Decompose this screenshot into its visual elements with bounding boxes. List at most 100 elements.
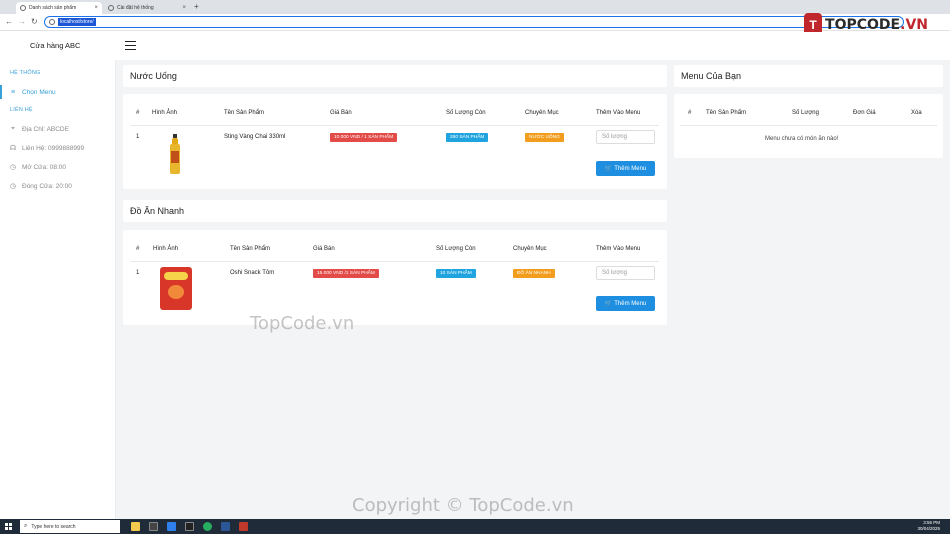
cart-icon: 🛒 (604, 301, 613, 307)
product-image-oshi (160, 267, 192, 310)
stock-badge: 10 SẢN PHẨM (436, 269, 476, 278)
add-to-menu-button[interactable]: 🛒 Thêm Menu (596, 161, 655, 176)
menu-toggle-icon[interactable] (125, 41, 136, 50)
list-icon: ≡ (10, 88, 16, 96)
column-header: Xóa (911, 110, 922, 116)
cart-header: Menu Của Bạn (674, 65, 943, 87)
watermark-copyright: Copyright © TopCode.vn (352, 495, 574, 516)
sidebar-item-label: Địa Chỉ: ABCDE (22, 125, 69, 133)
product-table-drinks: # Hình Ảnh Tên Sản Phẩm Giá Bán Số Lượng… (123, 94, 667, 189)
column-header: Thêm Vào Menu (596, 110, 641, 116)
column-header: Chuyên Mục (513, 246, 547, 252)
cart-empty-message: Menu chưa có món ăn nào! (765, 136, 839, 142)
watermark-center: TopCode.vn (250, 313, 355, 334)
divider (680, 125, 937, 126)
taskbar-search-input[interactable]: ⌕ Type here to search (20, 520, 120, 533)
recorder-icon[interactable] (239, 522, 248, 531)
price-badge: 15.000 VND /1 SẢN PHẨM (313, 269, 379, 278)
system-clock[interactable]: 3:56 PM 30/04/2025 (917, 520, 940, 532)
logo-text: TOPCODE.VN (825, 17, 928, 33)
url-text: localhost/store/ (58, 18, 96, 26)
stock-badge: 260 SẢN PHẨM (446, 133, 489, 142)
cart-title: Menu Của Bạn (681, 71, 742, 81)
row-index: 1 (136, 270, 140, 276)
clock-icon: ◷ (9, 183, 17, 190)
product-name: Sting Vàng Chai 330ml (224, 134, 286, 140)
reload-icon[interactable]: ↻ (31, 17, 38, 27)
sidebar-item-choose-menu[interactable]: ≡ Chọn Menu (0, 85, 116, 99)
category-badge: ĐỒ ĂN NHANH (513, 269, 555, 278)
column-header: Số Lượng Còn (446, 110, 486, 116)
sidebar-item-label: Đóng Cửa: 20:00 (22, 182, 72, 190)
tab-title: Cài đặt hệ thống (117, 5, 154, 11)
close-icon[interactable]: × (182, 5, 186, 11)
chrome-icon[interactable] (149, 522, 158, 531)
section-header-fast-food: Đồ Ăn Nhanh (123, 200, 667, 222)
location-icon: ⌖ (11, 125, 15, 132)
xampp-icon[interactable] (203, 522, 212, 531)
vscode-icon[interactable] (167, 522, 176, 531)
globe-icon (20, 5, 26, 11)
add-to-menu-button[interactable]: 🛒 Thêm Menu (596, 296, 655, 311)
section-title: Đồ Ăn Nhanh (130, 206, 185, 216)
globe-icon (108, 5, 114, 11)
sidebar-item-address: ⌖ Địa Chỉ: ABCDE (0, 122, 116, 136)
main-content: Nước Uống # Hình Ảnh Tên Sản Phẩm Giá Bá… (116, 60, 950, 519)
search-placeholder: Type here to search (31, 523, 76, 530)
quantity-input[interactable]: Số lượng (596, 266, 655, 280)
headset-icon: ☊ (9, 145, 17, 152)
tab-product-list[interactable]: Danh sách sản phẩm × (16, 2, 102, 14)
column-header: # (136, 110, 140, 116)
sidebar-item-label: Liên Hệ: 0999888999 (22, 144, 85, 152)
column-header: Đơn Giá (853, 110, 876, 116)
column-header: # (136, 246, 140, 252)
word-icon[interactable] (221, 522, 230, 531)
back-icon[interactable]: ← (5, 17, 13, 27)
column-header: Giá Bán (313, 246, 335, 252)
divider (131, 261, 659, 262)
row-index: 1 (136, 134, 140, 140)
new-tab-icon[interactable]: + (194, 2, 199, 12)
product-table-fast-food: # Hình Ảnh Tên Sản Phẩm Giá Bán Số Lượng… (123, 230, 667, 325)
file-explorer-icon[interactable] (131, 522, 140, 531)
windows-taskbar: ⌕ Type here to search 3:56 PM 30/04/2025 (0, 519, 950, 534)
terminal-icon[interactable] (185, 522, 194, 531)
site-info-icon[interactable] (49, 19, 55, 25)
column-header: Tên Sản Phẩm (224, 110, 265, 116)
button-label: Thêm Menu (614, 300, 647, 307)
url-input[interactable]: localhost/store/ (44, 16, 904, 28)
column-header: Tên Sản Phẩm (706, 110, 747, 116)
sidebar-item-open-time: ◷ Mở Cửa: 08:00 (0, 160, 116, 174)
column-header: Giá Bán (330, 110, 352, 116)
cart-icon: 🛒 (604, 166, 613, 172)
price-badge: 10.000 VND / 1 SẢN PHẨM (330, 133, 398, 142)
column-header: Thêm Vào Menu (596, 246, 641, 252)
forward-icon[interactable]: → (18, 17, 26, 27)
sidebar-heading-contact: LIÊN HỆ (10, 107, 33, 113)
category-badge: NƯỚC UỐNG (525, 133, 564, 142)
cart-table: # Tên Sản Phẩm Số Lượng Đơn Giá Xóa Menu… (674, 94, 943, 158)
sidebar: HỆ THỐNG ≡ Chọn Menu LIÊN HỆ ⌖ Địa Chỉ: … (0, 60, 116, 519)
sidebar-item-phone: ☊ Liên Hệ: 0999888999 (0, 141, 116, 155)
windows-start-icon[interactable] (5, 523, 12, 530)
sidebar-item-label: Mở Cửa: 08:00 (22, 163, 67, 171)
section-header-drinks: Nước Uống (123, 65, 667, 87)
sidebar-item-label: Chọn Menu (22, 88, 56, 96)
button-label: Thêm Menu (614, 165, 647, 172)
store-name: Cửa hàng ABC (30, 41, 81, 50)
column-header: # (688, 110, 692, 116)
column-header: Số Lượng Còn (436, 246, 476, 252)
product-image-sting (170, 134, 180, 174)
quantity-input[interactable]: Số lượng (596, 130, 655, 144)
close-icon[interactable]: × (94, 5, 98, 11)
tab-system-settings[interactable]: Cài đặt hệ thống × (104, 2, 190, 14)
column-header: Tên Sản Phẩm (230, 246, 271, 252)
column-header: Hình Ảnh (153, 246, 179, 252)
search-icon: ⌕ (24, 523, 28, 529)
column-header: Chuyên Mục (525, 110, 559, 116)
tab-title: Danh sách sản phẩm (29, 5, 77, 11)
sidebar-heading-system: HỆ THỐNG (10, 70, 41, 76)
clock-date: 30/04/2025 (917, 526, 940, 531)
column-header: Hình Ảnh (152, 110, 178, 116)
column-header: Số Lượng (792, 110, 819, 116)
